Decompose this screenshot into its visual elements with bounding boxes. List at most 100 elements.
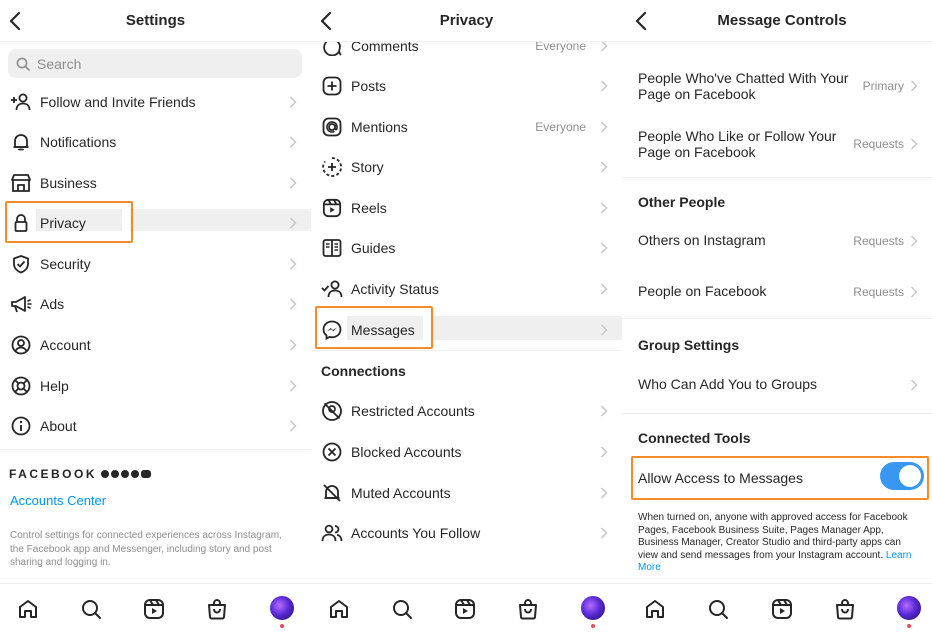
privacy-header: Privacy bbox=[311, 0, 622, 42]
settings-item-ads[interactable]: Ads bbox=[0, 284, 311, 324]
search-bar[interactable] bbox=[8, 49, 302, 78]
privacy-item-muted[interactable]: Muted Accounts bbox=[311, 473, 622, 513]
notification-dot bbox=[280, 624, 284, 628]
lock-icon bbox=[10, 212, 32, 234]
settings-item-label: Security bbox=[40, 256, 91, 272]
chevron-right-icon bbox=[289, 96, 297, 108]
chevron-right-icon bbox=[289, 177, 297, 189]
settings-item-notifications[interactable]: Notifications bbox=[0, 122, 311, 162]
notification-dot bbox=[907, 624, 911, 628]
profile-avatar[interactable] bbox=[581, 596, 605, 620]
group-settings-heading: Group Settings bbox=[638, 337, 740, 353]
settings-item-label: Follow and Invite Friends bbox=[40, 94, 196, 110]
shield-icon bbox=[10, 253, 32, 275]
add-person-icon bbox=[10, 91, 32, 113]
tab-bar bbox=[0, 583, 311, 635]
privacy-item-label: Mentions bbox=[351, 119, 408, 135]
message-controls-panel: Message Controls People Who've Chatted W… bbox=[622, 0, 932, 635]
settings-item-account[interactable]: Account bbox=[0, 325, 311, 365]
divider bbox=[311, 350, 622, 351]
settings-header: Settings bbox=[0, 0, 311, 42]
restricted-icon bbox=[321, 400, 343, 422]
privacy-item-value: Everyone bbox=[535, 120, 586, 134]
chevron-right-icon bbox=[910, 80, 918, 92]
shop-icon[interactable] bbox=[206, 598, 228, 620]
notification-dot bbox=[591, 624, 595, 628]
megaphone-icon bbox=[10, 293, 32, 315]
bell-icon bbox=[10, 131, 32, 153]
mc-row-value: Requests bbox=[853, 234, 904, 248]
chevron-right-icon bbox=[910, 235, 918, 247]
facebook-app-icons bbox=[101, 470, 152, 478]
chevron-right-icon bbox=[910, 286, 918, 298]
divider bbox=[622, 413, 932, 414]
search-input[interactable] bbox=[37, 55, 277, 72]
account-circle-icon bbox=[10, 334, 32, 356]
home-icon[interactable] bbox=[328, 598, 350, 620]
search-icon[interactable] bbox=[391, 598, 413, 620]
allow-access-toggle[interactable] bbox=[880, 462, 924, 490]
toggle-knob bbox=[899, 465, 921, 487]
search-icon[interactable] bbox=[707, 598, 729, 620]
privacy-item-mentions[interactable]: Mentions Everyone bbox=[311, 107, 622, 147]
settings-item-label: Notifications bbox=[40, 134, 117, 150]
home-icon[interactable] bbox=[644, 598, 666, 620]
privacy-item-reels[interactable]: Reels bbox=[311, 188, 622, 228]
chevron-right-icon bbox=[600, 487, 608, 499]
chevron-right-icon bbox=[600, 161, 608, 173]
allow-access-note-text: When turned on, anyone with approved acc… bbox=[638, 512, 908, 561]
privacy-item-posts[interactable]: Posts bbox=[311, 66, 622, 106]
privacy-item-activity-status[interactable]: Activity Status bbox=[311, 269, 622, 309]
settings-item-label: About bbox=[40, 418, 77, 434]
privacy-item-label: Guides bbox=[351, 240, 396, 256]
shop-icon[interactable] bbox=[834, 598, 856, 620]
settings-item-security[interactable]: Security bbox=[0, 244, 311, 284]
chevron-right-icon bbox=[289, 339, 297, 351]
lifebuoy-icon bbox=[10, 375, 32, 397]
mc-row-people-facebook[interactable]: People on Facebook Requests bbox=[638, 283, 932, 301]
blocked-icon bbox=[321, 441, 343, 463]
search-icon[interactable] bbox=[80, 598, 102, 620]
settings-item-business[interactable]: Business bbox=[0, 163, 311, 203]
chevron-right-icon bbox=[289, 420, 297, 432]
shop-icon[interactable] bbox=[517, 598, 539, 620]
privacy-item-blocked[interactable]: Blocked Accounts bbox=[311, 432, 622, 472]
mc-row-like-follow[interactable]: People Who Like or Follow Your Page on F… bbox=[638, 128, 932, 162]
settings-item-help[interactable]: Help bbox=[0, 366, 311, 406]
reels-icon[interactable] bbox=[771, 598, 793, 620]
mc-row-others-instagram[interactable]: Others on Instagram Requests bbox=[638, 232, 932, 250]
privacy-item-restricted[interactable]: Restricted Accounts bbox=[311, 391, 622, 431]
profile-avatar[interactable] bbox=[897, 596, 921, 620]
settings-item-about[interactable]: About bbox=[0, 406, 311, 446]
privacy-item-story[interactable]: Story bbox=[311, 147, 622, 187]
storefront-icon bbox=[10, 172, 32, 194]
privacy-item-guides[interactable]: Guides bbox=[311, 228, 622, 268]
mc-row-label: People on Facebook bbox=[638, 283, 767, 299]
mc-row-value: Primary bbox=[862, 79, 904, 93]
reels-icon[interactable] bbox=[454, 598, 476, 620]
page-title: Privacy bbox=[439, 12, 494, 29]
privacy-item-following[interactable]: Accounts You Follow bbox=[311, 513, 622, 553]
page-title: Message Controls bbox=[717, 12, 847, 29]
settings-item-label: Privacy bbox=[40, 215, 86, 231]
connected-tools-heading: Connected Tools bbox=[638, 430, 751, 446]
privacy-item-messages[interactable]: Messages bbox=[311, 310, 622, 350]
privacy-item-label: Story bbox=[351, 159, 384, 175]
accounts-center-link[interactable]: Accounts Center bbox=[10, 493, 106, 508]
chevron-right-icon bbox=[600, 80, 608, 92]
chevron-right-icon bbox=[600, 283, 608, 295]
privacy-item-label: Activity Status bbox=[351, 281, 439, 297]
mc-row-label: People Who Like or Follow Your Page on F… bbox=[638, 128, 837, 160]
plus-square-icon bbox=[321, 75, 343, 97]
mc-row-chatted[interactable]: People Who've Chatted With Your Page on … bbox=[638, 70, 932, 104]
settings-item-label: Ads bbox=[40, 296, 65, 312]
home-icon[interactable] bbox=[17, 598, 39, 620]
settings-item-privacy[interactable]: Privacy bbox=[0, 203, 311, 243]
chevron-right-icon bbox=[600, 242, 608, 254]
settings-item-follow-invite[interactable]: Follow and Invite Friends bbox=[0, 82, 311, 122]
profile-avatar[interactable] bbox=[270, 596, 294, 620]
reels-icon[interactable] bbox=[143, 598, 165, 620]
settings-item-label: Help bbox=[40, 378, 69, 394]
at-sign-icon bbox=[321, 116, 343, 138]
mc-row-groups[interactable]: Who Can Add You to Groups bbox=[638, 376, 932, 394]
